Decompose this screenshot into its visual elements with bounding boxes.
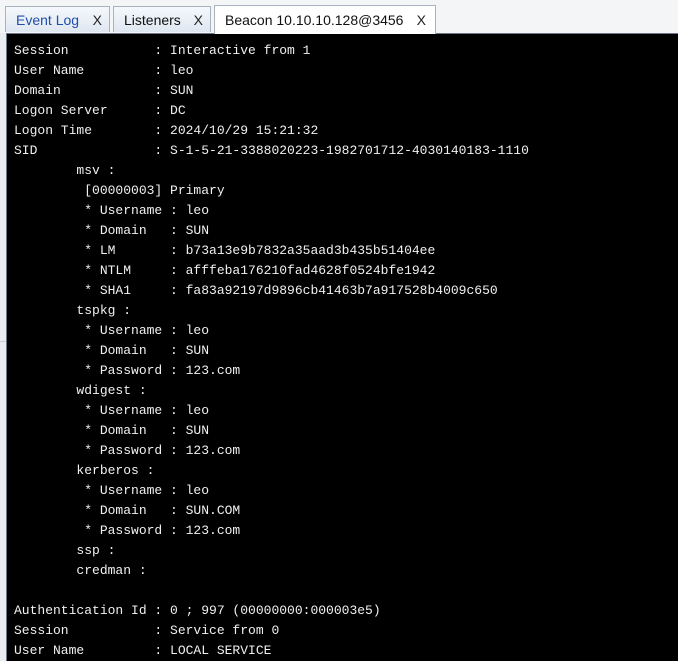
console-line: * Domain : SUN — [14, 423, 210, 438]
close-icon[interactable]: X — [194, 12, 203, 28]
console-line: * Username : leo — [14, 203, 210, 218]
console-line: msv : — [14, 163, 116, 178]
console-line: Authentication Id : 0 ; 997 (00000000:00… — [14, 603, 381, 618]
console-line: * Username : leo — [14, 323, 210, 338]
console-line: Session : Interactive from 1 — [14, 43, 311, 58]
beacon-console-output[interactable]: Session : Interactive from 1 User Name : … — [6, 33, 678, 661]
console-line: * NTLM : afffeba176210fad4628f0524bfe194… — [14, 263, 436, 278]
console-line: Logon Server : DC — [14, 103, 186, 118]
console-line: User Name : LOCAL SERVICE — [14, 643, 272, 658]
console-line: * Username : leo — [14, 403, 210, 418]
console-line: * Password : 123.com — [14, 443, 241, 458]
console-line: wdigest : — [14, 383, 147, 398]
close-icon[interactable]: X — [417, 12, 426, 28]
console-line: Logon Time : 2024/10/29 15:21:32 — [14, 123, 319, 138]
tab-bar: Event Log X Listeners X Beacon 10.10.10.… — [0, 0, 678, 34]
console-line: * SHA1 : fa83a92197d9896cb41463b7a917528… — [14, 283, 498, 298]
tab-label: Listeners — [124, 11, 181, 28]
console-line: SID : S-1-5-21-3388020223-1982701712-403… — [14, 143, 529, 158]
console-line: ssp : — [14, 543, 116, 558]
console-line: * Domain : SUN — [14, 223, 210, 238]
tab-label: Event Log — [16, 11, 80, 28]
tab-listeners[interactable]: Listeners X — [113, 6, 211, 32]
tab-label: Beacon 10.10.10.128@3456 — [225, 12, 404, 28]
console-line: * Domain : SUN.COM — [14, 503, 241, 518]
console-line: * Password : 123.com — [14, 523, 241, 538]
console-line: Domain : SUN — [14, 83, 194, 98]
cobalt-strike-window: Event Log X Listeners X Beacon 10.10.10.… — [0, 0, 678, 661]
console-line: kerberos : — [14, 463, 155, 478]
console-line: Session : Service from 0 — [14, 623, 280, 638]
tab-event-log[interactable]: Event Log X — [5, 6, 110, 32]
console-line: * Password : 123.com — [14, 363, 241, 378]
console-line: [00000003] Primary — [14, 183, 225, 198]
console-line: credman : — [14, 563, 147, 578]
console-line: * LM : b73a13e9b7832a35aad3b435b51404ee — [14, 243, 436, 258]
tab-beacon[interactable]: Beacon 10.10.10.128@3456 X — [214, 5, 436, 34]
console-line: * Username : leo — [14, 483, 210, 498]
close-icon[interactable]: X — [93, 12, 102, 28]
console-line: * Domain : SUN — [14, 343, 210, 358]
console-line: User Name : leo — [14, 63, 194, 78]
console-line: tspkg : — [14, 303, 132, 318]
